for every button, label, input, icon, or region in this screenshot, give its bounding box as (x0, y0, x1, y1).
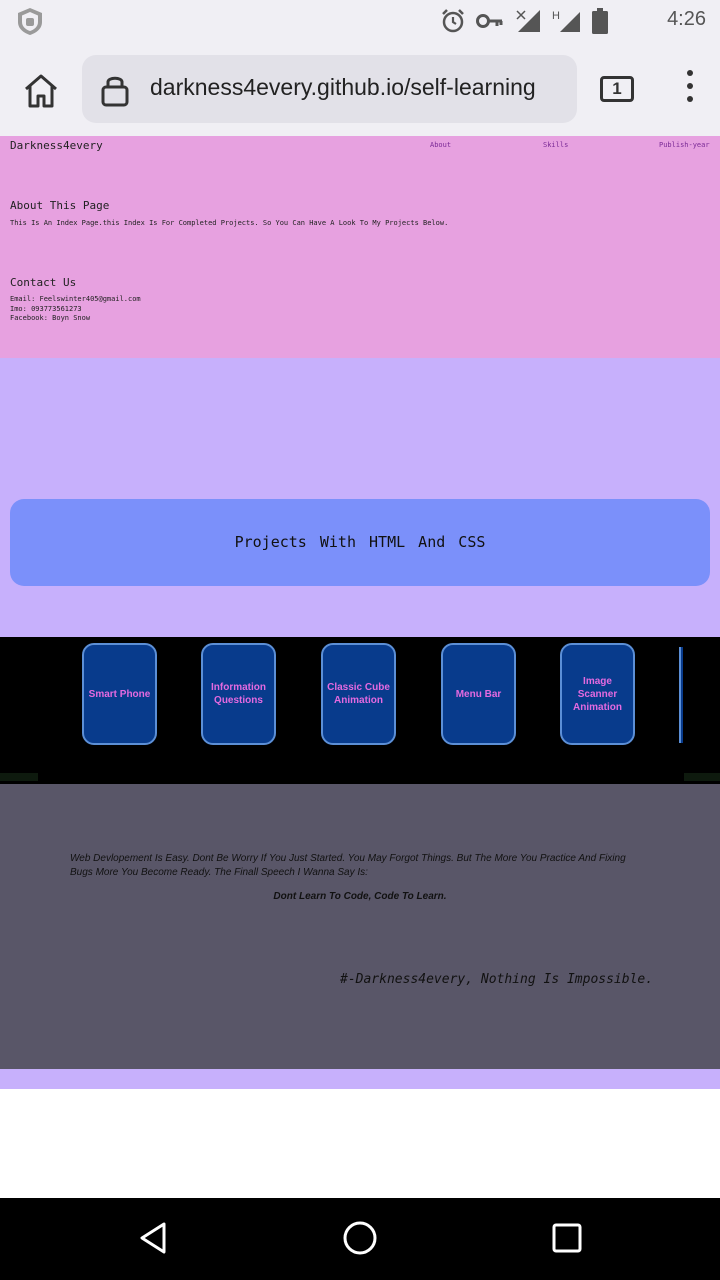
quote-emphasis: Dont Learn To Code, Code To Learn. (273, 891, 447, 902)
project-card-smart-phone[interactable]: Smart Phone (82, 643, 157, 745)
projects-carousel[interactable]: Smart Phone Information Questions Classi… (0, 637, 720, 784)
web-page: Darkness4every About Skills Publish-year… (0, 136, 720, 1198)
nav-link-about[interactable]: About (430, 141, 451, 149)
status-bar: H 4:26 (0, 0, 720, 42)
page-header: Darkness4every About Skills Publish-year… (0, 136, 720, 358)
scroll-edge-right (684, 773, 720, 781)
brand-name: Darkness4every (10, 139, 103, 152)
project-card-menu-bar[interactable]: Menu Bar (441, 643, 516, 745)
home-icon[interactable] (18, 68, 64, 114)
signal-h-icon: H (552, 10, 580, 32)
project-card-classic-cube-animation[interactable]: Classic Cube Animation (321, 643, 396, 745)
lock-icon (101, 76, 129, 107)
alarm-icon (442, 9, 464, 33)
about-text: This Is An Index Page.this Index Is For … (10, 219, 449, 227)
home-circle-icon[interactable] (342, 1220, 378, 1256)
shield-icon (18, 8, 42, 35)
browser-toolbar: darkness4every.github.io/self-learning 1 (0, 42, 720, 136)
quote-text: Web Devlopement Is Easy. Dont Be Worry I… (70, 853, 626, 878)
back-icon[interactable] (136, 1220, 172, 1256)
key-icon (476, 14, 503, 28)
contact-email: Email: Feelswinter405@gmail.com (10, 295, 141, 303)
address-bar[interactable]: darkness4every.github.io/self-learning (82, 55, 577, 123)
quote-section: Web Devlopement Is Easy. Dont Be Worry I… (0, 784, 720, 1069)
project-card-information-questions[interactable]: Information Questions (201, 643, 276, 745)
page-blank-area (0, 1089, 720, 1198)
svg-text:H: H (552, 10, 560, 22)
tab-switcher-button[interactable]: 1 (600, 76, 634, 102)
contact-heading: Contact Us (10, 276, 77, 289)
clock: 4:26 (667, 8, 706, 30)
system-nav-bar (0, 1198, 720, 1280)
project-card-image-scanner-animation[interactable]: Image Scanner Animation (560, 643, 635, 745)
nav-link-publish-year[interactable]: Publish-year (659, 141, 710, 149)
projects-title: Projects With HTML And CSS (10, 499, 710, 586)
overflow-menu-icon[interactable] (680, 70, 700, 110)
recents-icon[interactable] (549, 1220, 585, 1256)
nav-link-skills[interactable]: Skills (543, 141, 568, 149)
contact-imo: Imo: 093773561273 (10, 305, 82, 313)
signal-no-data-icon (515, 9, 540, 32)
scroll-edge-left (0, 773, 38, 781)
url-text[interactable]: darkness4every.github.io/self-learning (150, 74, 536, 101)
battery-icon (592, 8, 608, 34)
signature: #-Darkness4every, Nothing Is Impossible. (340, 972, 654, 987)
about-heading: About This Page (10, 199, 110, 212)
contact-facebook: Facebook: Boyn Snow (10, 314, 91, 322)
project-card-partial[interactable] (679, 647, 683, 743)
